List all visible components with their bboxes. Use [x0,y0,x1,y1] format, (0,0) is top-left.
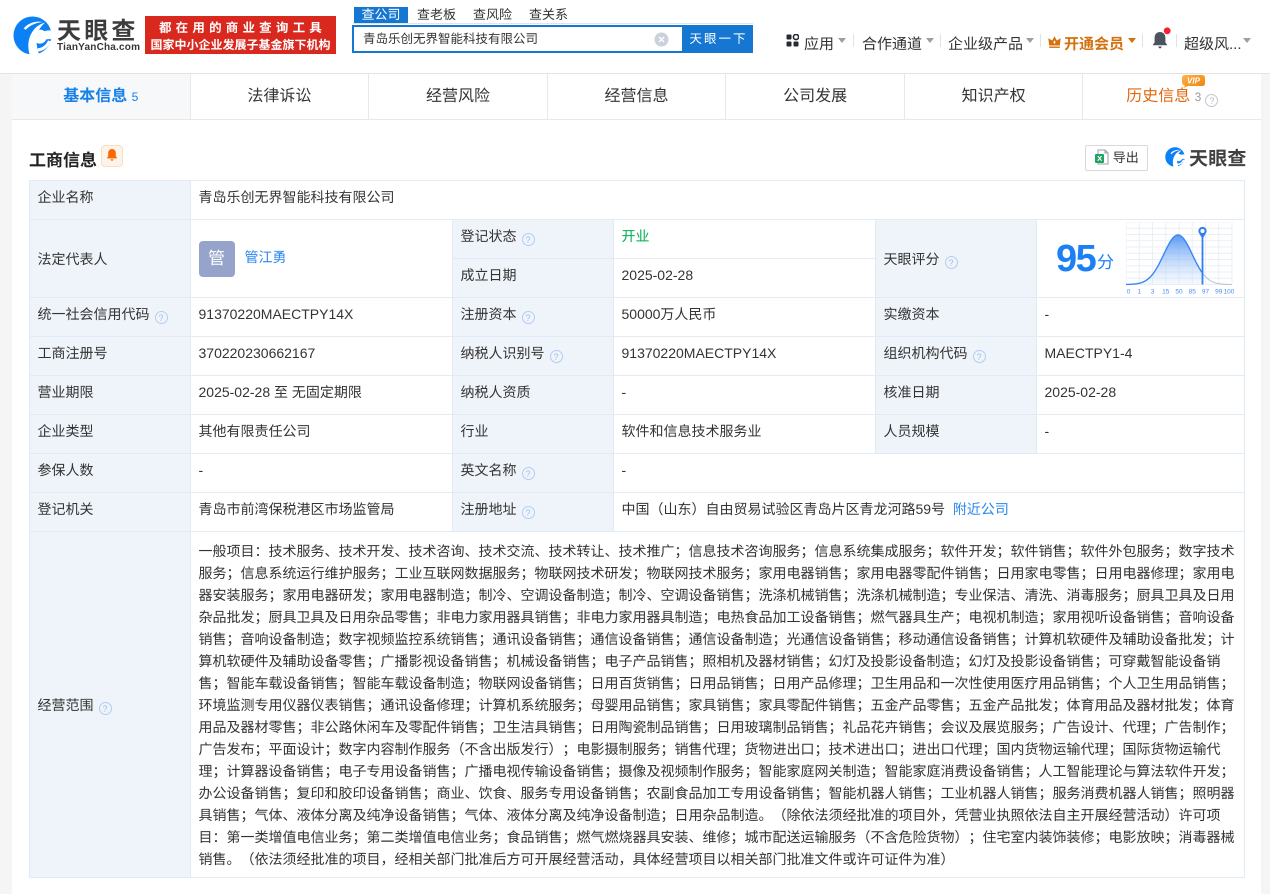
svg-text:50: 50 [1175,289,1183,296]
svg-text:15: 15 [1162,289,1170,296]
svg-text:85: 85 [1189,289,1197,296]
svg-text:VIP: VIP [1188,77,1202,86]
svg-text:99: 99 [1215,289,1223,296]
svg-text:0: 0 [1127,289,1131,296]
svg-text:100: 100 [1224,289,1234,296]
svg-text:97: 97 [1202,289,1210,296]
svg-text:1: 1 [1137,289,1141,296]
svg-text:3: 3 [1151,289,1155,296]
